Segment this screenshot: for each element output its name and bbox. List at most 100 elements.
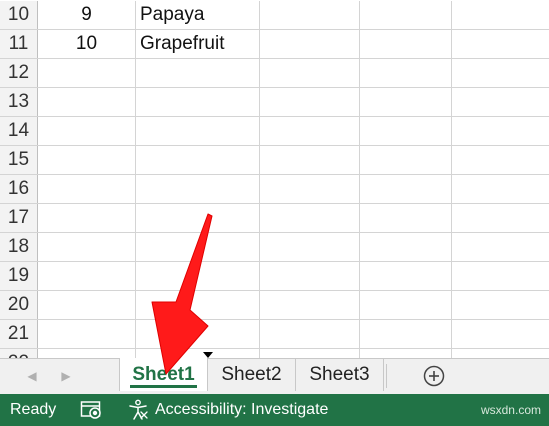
cell-c[interactable]: [260, 146, 360, 174]
cell-d[interactable]: [360, 349, 452, 358]
cell-a[interactable]: [38, 88, 136, 116]
cell-e[interactable]: [452, 291, 549, 319]
cell-e[interactable]: [452, 204, 549, 232]
row-header[interactable]: 16: [0, 175, 38, 203]
cell-c[interactable]: [260, 291, 360, 319]
cell-d[interactable]: [360, 88, 452, 116]
cell-e[interactable]: [452, 88, 549, 116]
cell-b[interactable]: [136, 59, 260, 87]
row-header[interactable]: 17: [0, 204, 38, 232]
table-row: 17: [0, 204, 549, 233]
cell-b[interactable]: [136, 262, 260, 290]
row-header[interactable]: 10: [0, 1, 38, 29]
plus-circle-icon[interactable]: [423, 365, 445, 387]
table-row: 13: [0, 88, 549, 117]
cell-c[interactable]: [260, 349, 360, 358]
cell-c[interactable]: [260, 204, 360, 232]
cell-c[interactable]: [260, 233, 360, 261]
cell-d[interactable]: [360, 59, 452, 87]
cell-a[interactable]: [38, 175, 136, 203]
cell-b[interactable]: Papaya: [136, 1, 260, 29]
cell-b[interactable]: [136, 320, 260, 348]
cell-c[interactable]: [260, 1, 360, 29]
cell-c[interactable]: [260, 59, 360, 87]
cell-c[interactable]: [260, 320, 360, 348]
watermark: wsxdn.com: [480, 403, 541, 417]
cell-e[interactable]: [452, 175, 549, 203]
cell-d[interactable]: [360, 291, 452, 319]
cell-b[interactable]: [136, 117, 260, 145]
cell-e[interactable]: [452, 30, 549, 58]
cell-e[interactable]: [452, 1, 549, 29]
cell-e[interactable]: [452, 117, 549, 145]
accessibility-status[interactable]: Accessibility: Investigate: [155, 394, 328, 426]
cell-c[interactable]: [260, 262, 360, 290]
cell-b[interactable]: [136, 233, 260, 261]
table-row: 22: [0, 349, 549, 358]
cell-a[interactable]: 10: [38, 30, 136, 58]
table-row: 21: [0, 320, 549, 349]
cell-a[interactable]: [38, 59, 136, 87]
cell-b[interactable]: [136, 146, 260, 174]
row-header[interactable]: 18: [0, 233, 38, 261]
row-header[interactable]: 20: [0, 291, 38, 319]
tab-sheet3[interactable]: Sheet3: [296, 358, 384, 391]
cell-b[interactable]: [136, 88, 260, 116]
row-header[interactable]: 12: [0, 59, 38, 87]
cell-d[interactable]: [360, 262, 452, 290]
row-header[interactable]: 21: [0, 320, 38, 348]
cell-e[interactable]: [452, 262, 549, 290]
cell-e[interactable]: [452, 59, 549, 87]
cell-b[interactable]: [136, 349, 260, 358]
tab-sheet2[interactable]: Sheet2: [208, 358, 296, 391]
row-header[interactable]: 13: [0, 88, 38, 116]
cell-b[interactable]: [136, 204, 260, 232]
cell-d[interactable]: [360, 117, 452, 145]
cell-b[interactable]: [136, 175, 260, 203]
row-header[interactable]: 11: [0, 30, 38, 58]
row-header[interactable]: 15: [0, 146, 38, 174]
record-macro-icon[interactable]: [80, 400, 104, 420]
table-row: 14: [0, 117, 549, 146]
excel-window: 10 9 Papaya 11 10 Grapefruit 12 13 14 15…: [0, 0, 549, 426]
chevron-left-icon[interactable]: ◀: [24, 367, 40, 385]
chevron-right-icon[interactable]: ▶: [58, 367, 74, 385]
tab-sheet1[interactable]: Sheet1: [119, 358, 208, 391]
cell-d[interactable]: [360, 30, 452, 58]
cell-d[interactable]: [360, 146, 452, 174]
cell-e[interactable]: [452, 349, 549, 358]
cell-a[interactable]: [38, 291, 136, 319]
cell-c[interactable]: [260, 88, 360, 116]
cell-a[interactable]: [38, 262, 136, 290]
cell-b[interactable]: [136, 291, 260, 319]
row-header[interactable]: 19: [0, 262, 38, 290]
cell-c[interactable]: [260, 117, 360, 145]
cell-d[interactable]: [360, 204, 452, 232]
cell-a[interactable]: [38, 204, 136, 232]
cell-e[interactable]: [452, 320, 549, 348]
cell-a[interactable]: [38, 117, 136, 145]
status-bar: Ready Accessibility: Investigate wsxdn.c…: [0, 394, 549, 426]
cell-b[interactable]: Grapefruit: [136, 30, 260, 58]
table-row: 12: [0, 59, 549, 88]
tab-label: Sheet2: [221, 364, 282, 385]
tab-label: Sheet3: [309, 364, 370, 385]
cell-a[interactable]: [38, 233, 136, 261]
cell-e[interactable]: [452, 233, 549, 261]
cell-a[interactable]: [38, 320, 136, 348]
row-header[interactable]: 14: [0, 117, 38, 145]
cell-c[interactable]: [260, 30, 360, 58]
cell-e[interactable]: [452, 146, 549, 174]
cell-d[interactable]: [360, 175, 452, 203]
cell-a[interactable]: 9: [38, 1, 136, 29]
row-header[interactable]: 22: [0, 349, 38, 358]
cell-d[interactable]: [360, 1, 452, 29]
cell-c[interactable]: [260, 175, 360, 203]
table-row: 11 10 Grapefruit: [0, 30, 549, 59]
cell-a[interactable]: [38, 349, 136, 358]
cell-d[interactable]: [360, 320, 452, 348]
cell-a[interactable]: [38, 146, 136, 174]
cell-d[interactable]: [360, 233, 452, 261]
accessibility-icon[interactable]: [127, 399, 149, 421]
active-tab-underline: [130, 385, 197, 388]
